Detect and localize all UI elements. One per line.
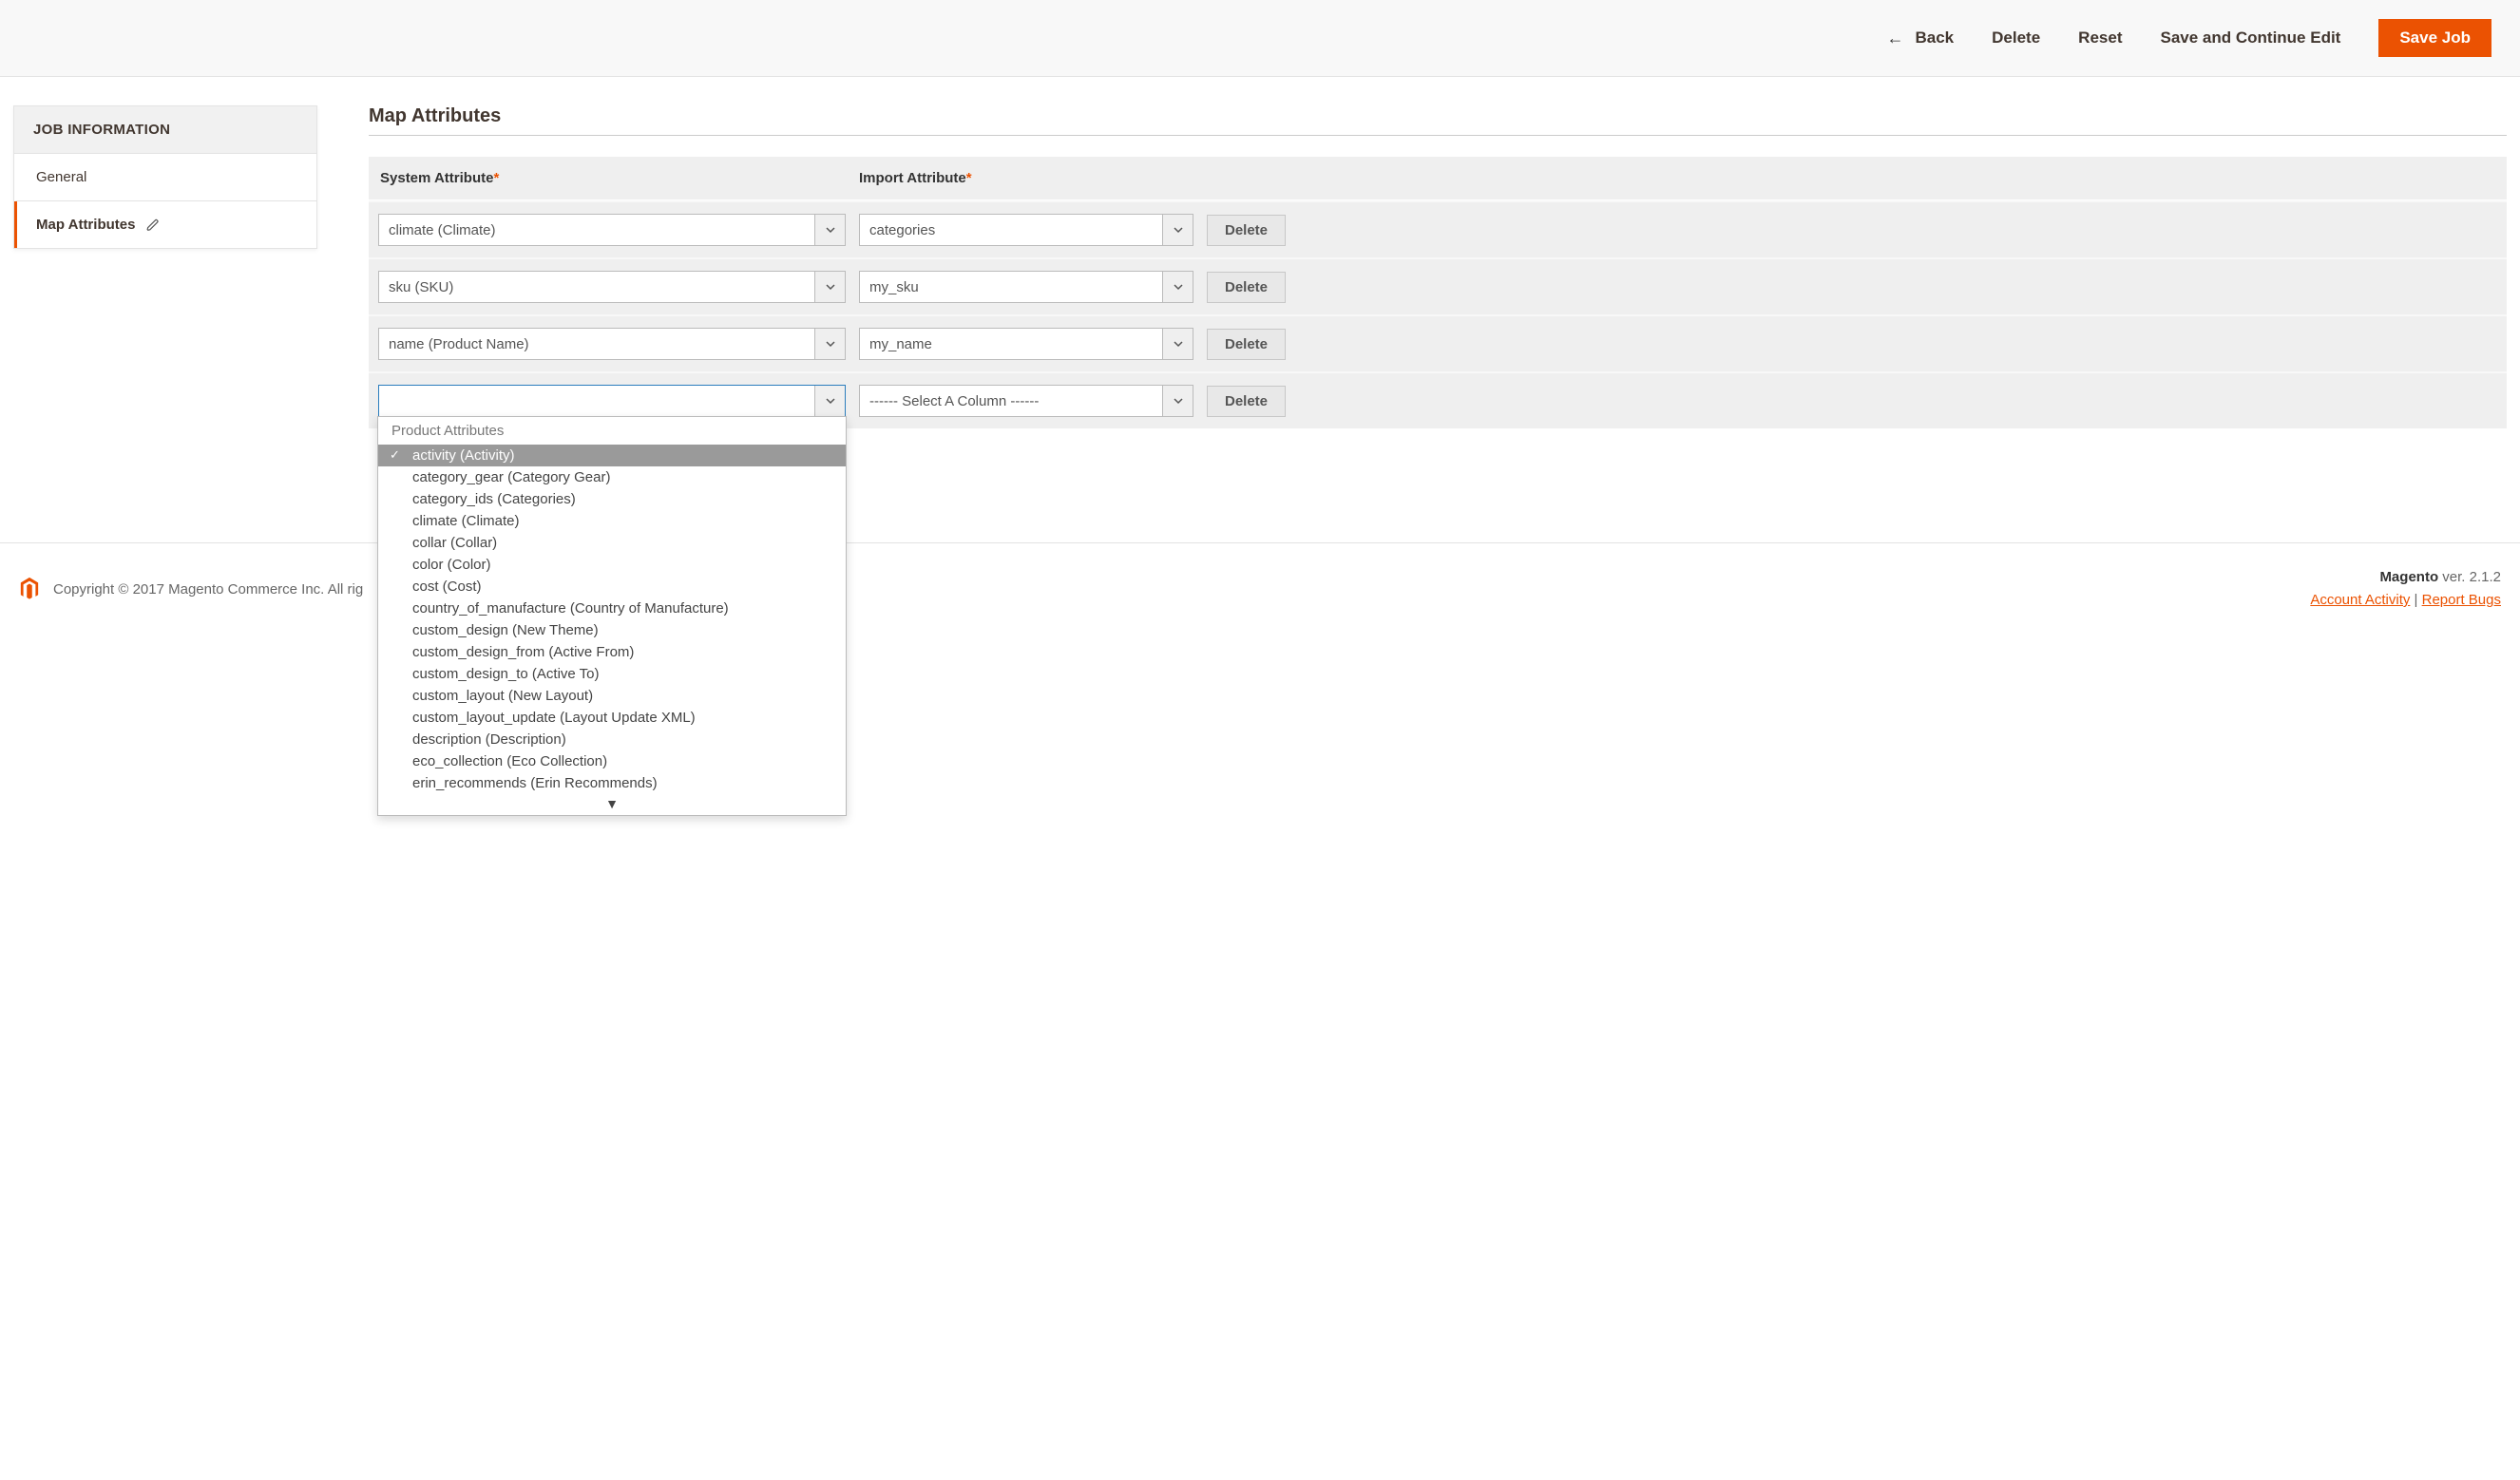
back-button[interactable]: Back [1916, 28, 1955, 47]
system-attribute-select[interactable] [378, 214, 846, 246]
sidebar-header: JOB INFORMATION [14, 105, 316, 154]
chevron-down-icon[interactable] [1162, 215, 1193, 245]
delete-row-button[interactable]: Delete [1207, 329, 1286, 360]
import-attribute-input[interactable] [860, 272, 1162, 302]
column-header-system: System Attribute* [378, 170, 859, 186]
dropdown-option[interactable]: custom_design_to (Active To) [378, 663, 846, 685]
system-attribute-input[interactable] [379, 386, 814, 416]
system-attribute-input[interactable] [379, 272, 814, 302]
map-row: Delete [369, 257, 2507, 314]
report-bugs-link[interactable]: Report Bugs [2422, 592, 2501, 608]
system-attribute-select[interactable] [378, 328, 846, 360]
dropdown-option[interactable]: erin_recommends (Erin Recommends) [378, 772, 846, 794]
system-attribute-input[interactable] [379, 329, 814, 359]
system-attribute-select[interactable] [378, 271, 846, 303]
system-attribute-dropdown[interactable]: Product Attributes activity (Activity)ca… [377, 416, 847, 816]
main-panel: Map Attributes System Attribute* Import … [369, 105, 2507, 428]
back-arrow-icon: ← [1887, 28, 1904, 48]
import-attribute-input[interactable] [860, 215, 1162, 245]
map-row: Delete [369, 200, 2507, 257]
import-attribute-select[interactable] [859, 271, 1193, 303]
dropdown-option[interactable]: category_gear (Category Gear) [378, 466, 846, 488]
delete-button[interactable]: Delete [1992, 28, 2040, 47]
action-toolbar: ← Back Delete Reset Save and Continue Ed… [0, 0, 2520, 77]
import-attribute-select[interactable] [859, 214, 1193, 246]
copyright-text: Copyright © 2017 Magento Commerce Inc. A… [53, 581, 363, 598]
version-number: 2.1.2 [2470, 569, 2501, 585]
version-prefix: ver. [2438, 569, 2470, 585]
reset-button[interactable]: Reset [2078, 28, 2122, 47]
dropdown-option[interactable]: custom_layout_update (Layout Update XML) [378, 707, 846, 729]
mapping-rows: Delete Delete [369, 199, 2507, 428]
save-job-button[interactable]: Save Job [2378, 19, 2491, 57]
import-attribute-select[interactable] [859, 385, 1193, 417]
delete-row-button[interactable]: Delete [1207, 272, 1286, 303]
chevron-down-icon[interactable] [1162, 329, 1193, 359]
save-continue-button[interactable]: Save and Continue Edit [2160, 28, 2340, 47]
edit-icon [146, 218, 160, 232]
dropdown-option[interactable]: climate (Climate) [378, 510, 846, 532]
chevron-down-icon[interactable] [814, 386, 845, 416]
dropdown-scroll-more-icon[interactable]: ▼ [378, 794, 846, 815]
dropdown-option[interactable]: collar (Collar) [378, 532, 846, 554]
delete-row-button[interactable]: Delete [1207, 386, 1286, 417]
sidebar-item-label: General [36, 169, 86, 185]
system-attribute-select[interactable] [378, 385, 846, 417]
sidebar-item-map-attributes[interactable]: Map Attributes [14, 201, 316, 248]
dropdown-option[interactable]: description (Description) [378, 729, 846, 750]
dropdown-option[interactable]: activity (Activity) [378, 445, 846, 466]
system-attribute-input[interactable] [379, 215, 814, 245]
chevron-down-icon[interactable] [814, 272, 845, 302]
import-attribute-select[interactable] [859, 328, 1193, 360]
sidebar: JOB INFORMATION General Map Attributes [13, 105, 317, 249]
account-activity-link[interactable]: Account Activity [2310, 592, 2410, 608]
chevron-down-icon[interactable] [814, 329, 845, 359]
sidebar-item-label: Map Attributes [36, 217, 135, 233]
dropdown-option[interactable]: custom_design (New Theme) [378, 619, 846, 641]
dropdown-option[interactable]: category_ids (Categories) [378, 488, 846, 510]
dropdown-option[interactable]: eco_collection (Eco Collection) [378, 750, 846, 772]
dropdown-option[interactable]: custom_layout (New Layout) [378, 685, 846, 707]
dropdown-group-label: Product Attributes [378, 417, 846, 445]
import-attribute-input[interactable] [860, 386, 1162, 416]
grid-header: System Attribute* Import Attribute* [369, 157, 2507, 199]
section-title: Map Attributes [369, 105, 2507, 136]
magento-logo-icon [19, 577, 40, 601]
dropdown-option[interactable]: color (Color) [378, 554, 846, 576]
import-attribute-input[interactable] [860, 329, 1162, 359]
chevron-down-icon[interactable] [814, 215, 845, 245]
dropdown-option[interactable]: custom_design_from (Active From) [378, 641, 846, 663]
chevron-down-icon[interactable] [1162, 386, 1193, 416]
column-header-import: Import Attribute* [859, 170, 1195, 186]
dropdown-option[interactable]: cost (Cost) [378, 576, 846, 598]
sidebar-item-general[interactable]: General [14, 154, 316, 201]
footer-brand: Magento [2379, 569, 2438, 585]
footer-separator: | [2410, 592, 2421, 608]
map-row: Delete [369, 314, 2507, 371]
delete-row-button[interactable]: Delete [1207, 215, 1286, 246]
dropdown-option[interactable]: country_of_manufacture (Country of Manuf… [378, 598, 846, 619]
chevron-down-icon[interactable] [1162, 272, 1193, 302]
